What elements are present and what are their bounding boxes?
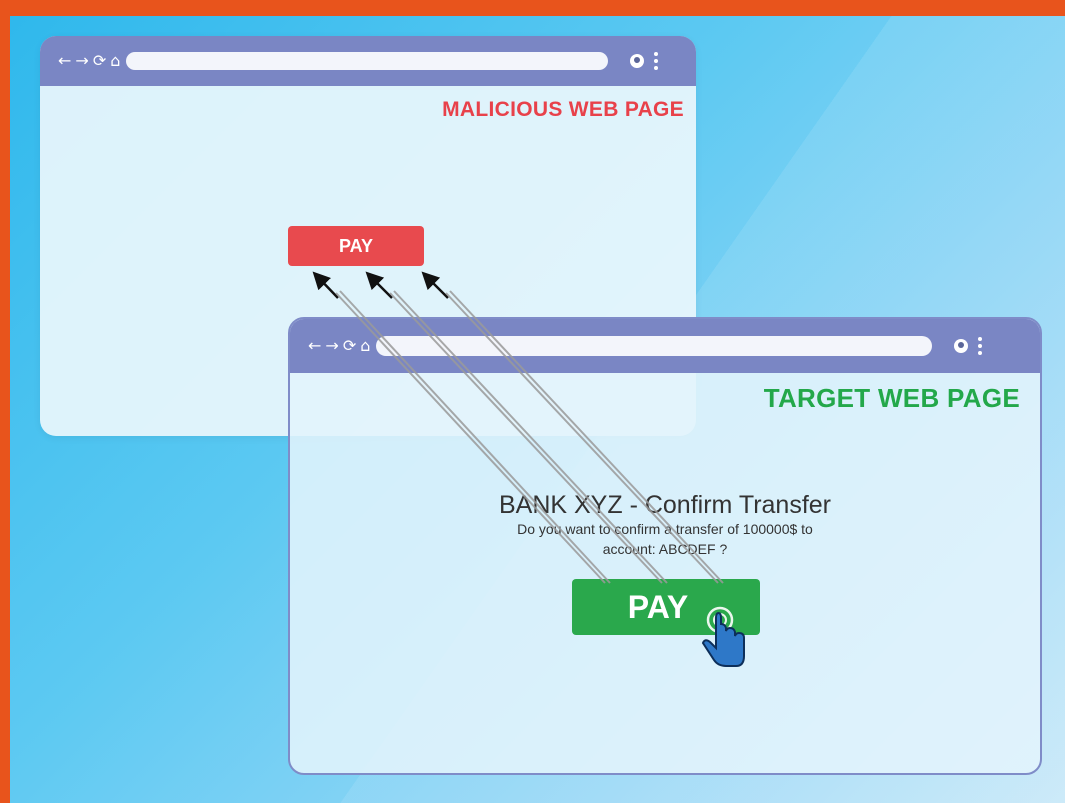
- bank-confirm-message: Do you want to confirm a transfer of 100…: [460, 519, 870, 559]
- home-icon: ⌂: [110, 51, 121, 70]
- home-icon: ⌂: [360, 336, 371, 355]
- bank-message-line2: account: ABCDEF ?: [602, 541, 728, 557]
- back-arrow-icon: ←: [58, 51, 72, 70]
- target-address-bar: [376, 336, 933, 356]
- malicious-page-label: MALICIOUS WEB PAGE: [442, 98, 684, 121]
- malicious-nav-icons: ← → ⟳ ⌂: [58, 53, 120, 69]
- profile-icon: [630, 54, 645, 68]
- target-nav-icons: ← → ⟳ ⌂: [308, 338, 370, 354]
- target-pay-button[interactable]: PAY: [572, 579, 760, 635]
- decoy-pay-button: PAY: [288, 226, 424, 266]
- back-arrow-icon: ←: [308, 336, 322, 355]
- bank-confirm-title: BANK XYZ - Confirm Transfer: [498, 491, 832, 519]
- forward-arrow-icon: →: [325, 336, 339, 355]
- kebab-menu-icon: [654, 52, 659, 70]
- target-browser-window: ← → ⟳ ⌂ TARGET WEB PAGE BANK XYZ - Confi…: [288, 317, 1042, 775]
- reload-icon: ⟳: [342, 336, 357, 355]
- kebab-menu-icon: [978, 337, 983, 355]
- reload-icon: ⟳: [92, 51, 107, 70]
- target-page-label: TARGET WEB PAGE: [763, 383, 1020, 413]
- malicious-browser-toolbar: ← → ⟳ ⌂: [40, 36, 696, 86]
- profile-icon: [954, 339, 969, 353]
- bank-message-line1: Do you want to confirm a transfer of 100…: [517, 521, 813, 537]
- malicious-address-bar: [126, 52, 609, 70]
- target-browser-toolbar: ← → ⟳ ⌂: [290, 319, 1040, 373]
- forward-arrow-icon: →: [75, 51, 89, 70]
